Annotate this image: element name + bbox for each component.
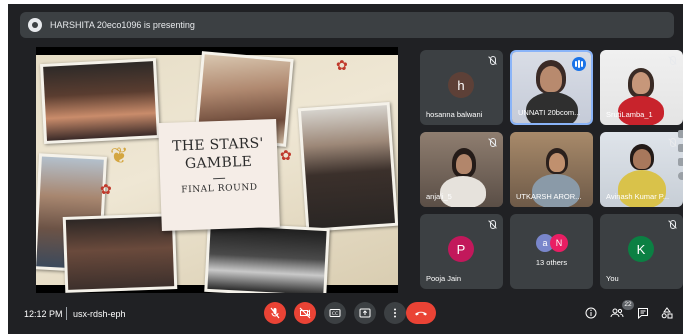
others-tile[interactable]: a N 13 others bbox=[510, 214, 593, 289]
clock: 12:12 PM bbox=[24, 309, 63, 319]
slide-subtitle: FINAL ROUND bbox=[181, 182, 258, 196]
mic-toggle-button[interactable] bbox=[264, 302, 286, 324]
mic-muted-icon bbox=[487, 220, 497, 230]
slide-title-line1: THE STARS' bbox=[171, 135, 264, 155]
participant-name: anjali_5 bbox=[426, 192, 452, 201]
people-icon bbox=[610, 308, 624, 318]
mic-off-icon bbox=[270, 307, 280, 319]
more-options-button[interactable] bbox=[384, 302, 406, 324]
slide-title-card: THE STARS' GAMBLE FINAL ROUND bbox=[158, 118, 280, 232]
decor-leaf: ❦ bbox=[110, 143, 129, 168]
video-icon[interactable] bbox=[678, 144, 683, 152]
presenting-text: HARSHITA 20eco1096 is presenting bbox=[50, 20, 195, 30]
mic-muted-icon bbox=[487, 56, 497, 66]
slide-photo bbox=[297, 101, 398, 233]
meeting-code: usx-rdsh-eph bbox=[73, 309, 126, 319]
mic-muted-icon bbox=[667, 138, 677, 148]
activities-icon bbox=[661, 307, 673, 319]
svg-text:CC: CC bbox=[332, 311, 338, 317]
others-count: 13 others bbox=[535, 258, 568, 267]
avatar: h bbox=[448, 72, 474, 98]
participant-tile[interactable]: anjali_5 bbox=[420, 132, 503, 207]
layout-icon[interactable] bbox=[678, 158, 683, 166]
speaking-indicator-icon bbox=[572, 57, 586, 71]
phone-hangup-icon bbox=[415, 311, 427, 316]
participant-name: SrutiLamba_1 bbox=[606, 110, 653, 119]
camera-icon[interactable] bbox=[678, 130, 683, 138]
participants-count-badge: 22 bbox=[622, 300, 634, 310]
participant-tile-speaking[interactable]: UNNATI 20bcom... bbox=[510, 50, 593, 125]
participant-name: You bbox=[606, 274, 619, 283]
decor-flower: ✿ bbox=[280, 147, 292, 163]
present-icon bbox=[359, 308, 371, 318]
chat-icon bbox=[638, 308, 648, 319]
participant-name: UNNATI 20bcom... bbox=[518, 108, 581, 117]
captions-icon: CC bbox=[329, 309, 341, 317]
camera-toggle-button[interactable] bbox=[294, 302, 316, 324]
meeting-details-button[interactable] bbox=[582, 304, 600, 322]
self-tile[interactable]: K You bbox=[600, 214, 683, 289]
presentation-screen: ❦ ✿ ✿ ✿ THE STARS' GAMBLE FINAL ROUND bbox=[36, 47, 398, 293]
participant-tile[interactable]: SrutiLamba_1 bbox=[600, 50, 683, 125]
avatar: P bbox=[448, 236, 474, 262]
participant-tile[interactable]: h hosanna balwani bbox=[420, 50, 503, 125]
more-vert-icon bbox=[394, 308, 396, 318]
slide-photo bbox=[62, 213, 178, 293]
avatar: N bbox=[550, 234, 568, 252]
camera-off-icon bbox=[299, 307, 311, 319]
slide-photo bbox=[204, 221, 330, 293]
present-button[interactable] bbox=[354, 302, 376, 324]
mic-muted-icon bbox=[487, 138, 497, 148]
participant-tile[interactable]: P Pooja Jain bbox=[420, 214, 503, 289]
decor-flower: ✿ bbox=[336, 57, 348, 73]
activities-button[interactable] bbox=[658, 304, 676, 322]
meet-window: HARSHITA 20eco1096 is presenting ❦ ✿ ✿ ✿… bbox=[8, 4, 683, 334]
end-call-button[interactable] bbox=[406, 302, 436, 324]
slide-title-line2: GAMBLE bbox=[184, 153, 253, 173]
divider bbox=[66, 307, 67, 320]
info-icon bbox=[585, 307, 597, 319]
mic-muted-icon bbox=[667, 56, 677, 66]
chat-button[interactable] bbox=[634, 304, 652, 322]
participant-name: Pooja Jain bbox=[426, 274, 462, 283]
participant-name: UTKARSH AROR... bbox=[516, 192, 582, 201]
mic-muted-icon bbox=[667, 220, 677, 230]
decor-flower: ✿ bbox=[100, 181, 112, 197]
participant-name: hosanna balwani bbox=[426, 110, 483, 119]
participant-tile[interactable]: Avinash Kumar P... bbox=[600, 132, 683, 207]
participant-name: Avinash Kumar P... bbox=[606, 192, 670, 201]
presenting-icon bbox=[28, 18, 42, 32]
captions-button[interactable]: CC bbox=[324, 302, 346, 324]
slide-photo bbox=[39, 58, 161, 144]
settings-icon[interactable] bbox=[678, 172, 683, 180]
participant-tile[interactable]: UTKARSH AROR... bbox=[510, 132, 593, 207]
presenting-banner: HARSHITA 20eco1096 is presenting bbox=[20, 12, 674, 38]
avatar: K bbox=[628, 236, 654, 262]
